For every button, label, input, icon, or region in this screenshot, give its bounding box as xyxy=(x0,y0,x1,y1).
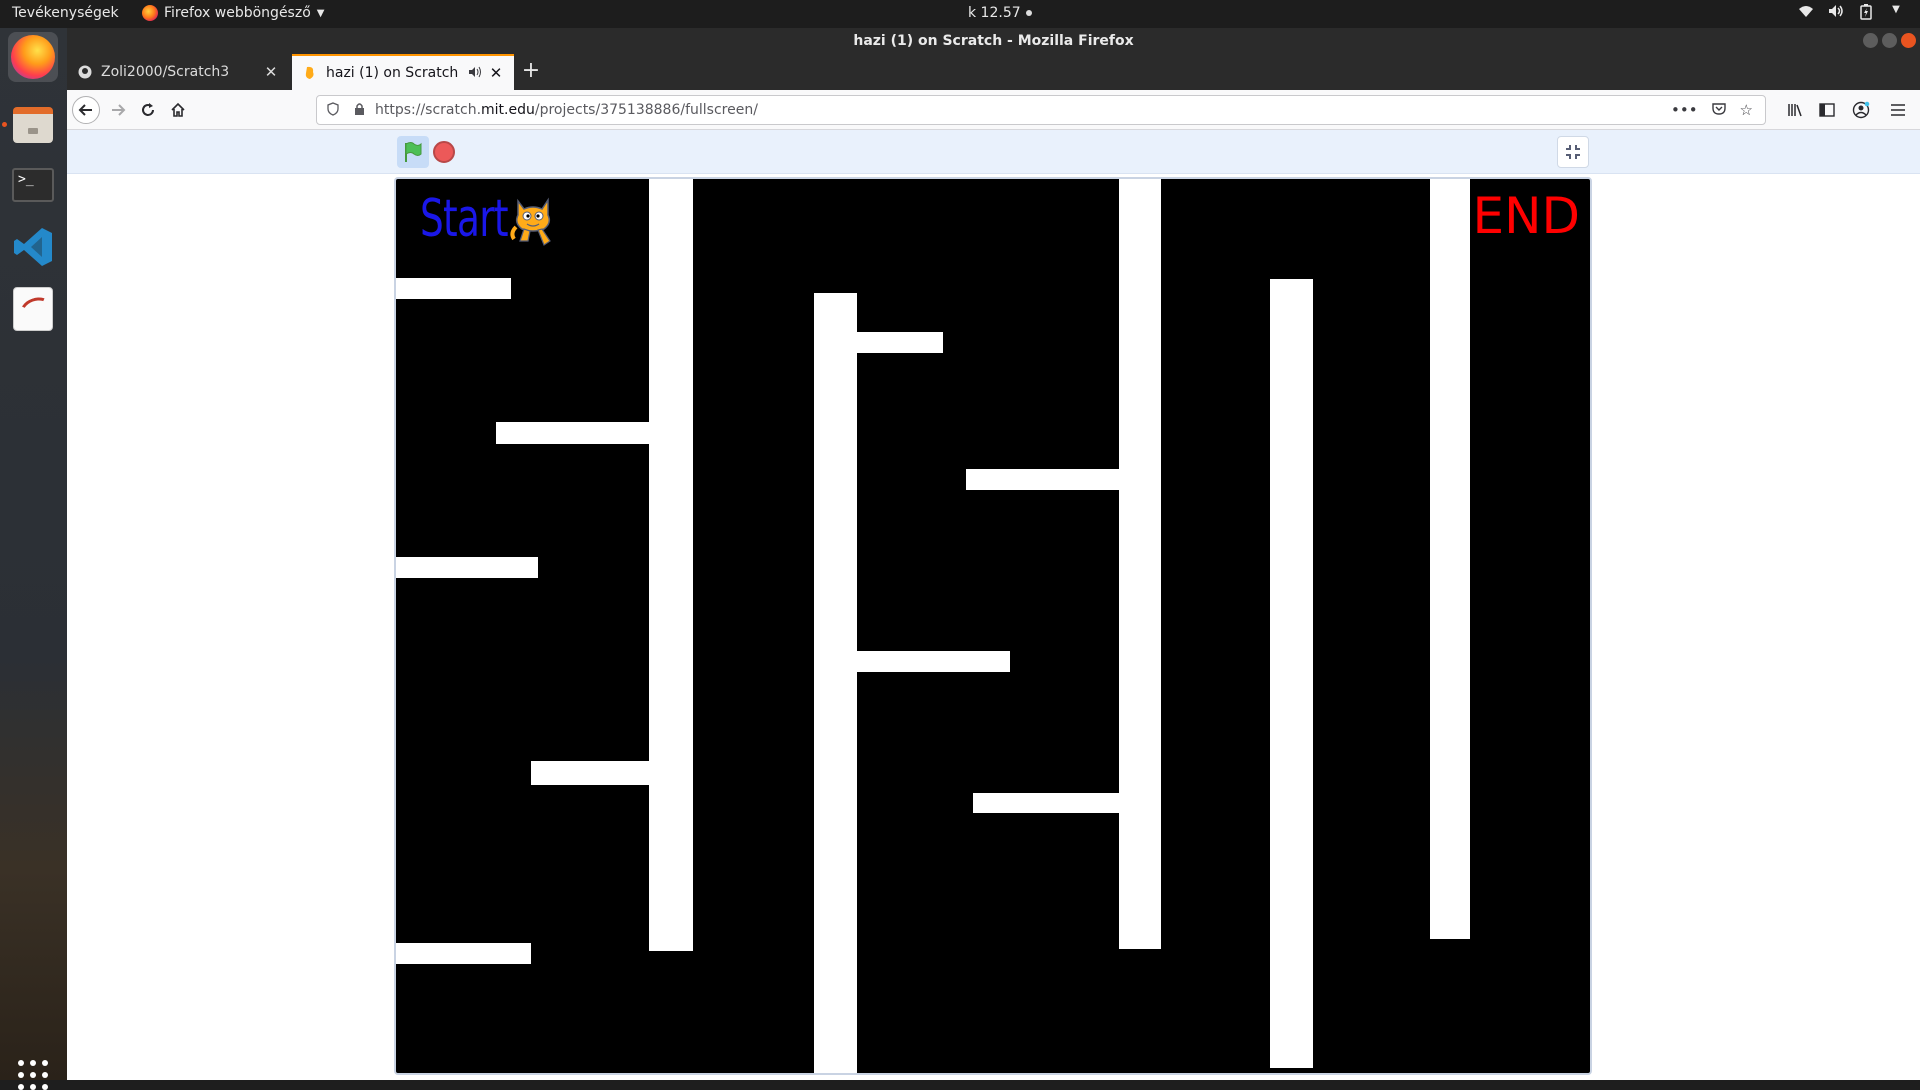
clock-label: k 12.57 xyxy=(968,5,1021,21)
maze-wall xyxy=(396,943,531,964)
maze-wall xyxy=(396,278,511,299)
window-titlebar: hazi (1) on Scratch - Mozilla Firefox xyxy=(67,28,1920,54)
close-tab-icon[interactable]: ✕ xyxy=(488,64,504,82)
arrow-right-icon xyxy=(112,104,126,116)
terminal-icon: >_ xyxy=(12,168,54,202)
dock-vscode[interactable] xyxy=(8,222,58,272)
tab-title: hazi (1) on Scratch xyxy=(326,65,459,81)
maze-wall xyxy=(1119,179,1161,949)
account-icon[interactable] xyxy=(1849,98,1873,122)
firefox-icon xyxy=(11,35,55,79)
reload-button[interactable] xyxy=(134,96,162,124)
wifi-icon xyxy=(1798,4,1814,20)
app-menu[interactable]: Firefox webböngésző ▼ xyxy=(142,5,324,21)
home-button[interactable] xyxy=(164,96,192,124)
maze-wall xyxy=(973,793,1121,813)
scratch-icon xyxy=(302,65,318,81)
volume-icon xyxy=(1828,4,1844,20)
maze-wall xyxy=(1430,179,1470,939)
dock-document-viewer[interactable] xyxy=(8,284,58,334)
scratch-controls-bar xyxy=(67,130,1920,174)
system-menu-chevron-icon: ▼ xyxy=(1892,4,1900,15)
arrow-left-icon xyxy=(78,104,92,116)
exit-fullscreen-button[interactable] xyxy=(1557,136,1589,168)
page-content: Start END xyxy=(67,130,1920,1080)
document-viewer-icon xyxy=(13,287,53,331)
url-path: /projects/375138886/fullscreen/ xyxy=(534,102,758,118)
maze-wall xyxy=(531,761,651,785)
reload-icon xyxy=(142,103,154,116)
chevron-down-icon: ▼ xyxy=(316,7,325,19)
new-tab-button[interactable]: + xyxy=(517,58,545,86)
tracking-shield-icon[interactable] xyxy=(323,101,343,119)
maze-wall xyxy=(396,557,538,578)
dock-firefox[interactable] xyxy=(8,32,58,82)
tab-title: Zoli2000/Scratch3 xyxy=(101,64,230,80)
app-menu-label: Firefox webböngésző xyxy=(164,5,311,21)
dock-terminal[interactable]: >_ xyxy=(8,160,58,210)
maze-wall xyxy=(855,332,943,353)
home-icon xyxy=(171,102,185,117)
library-icon[interactable] xyxy=(1783,98,1807,122)
lock-icon[interactable] xyxy=(349,102,369,118)
exit-fullscreen-icon xyxy=(1566,145,1580,159)
end-label: END xyxy=(1472,187,1581,245)
files-icon xyxy=(13,107,53,143)
back-button[interactable] xyxy=(72,96,100,124)
minimize-button[interactable] xyxy=(1863,33,1878,48)
battery-icon xyxy=(1858,4,1874,20)
running-indicator xyxy=(2,122,7,127)
maze-wall xyxy=(1270,279,1313,1068)
show-applications-icon[interactable] xyxy=(18,1060,48,1090)
pocket-icon[interactable] xyxy=(1711,101,1726,119)
notification-dot-icon xyxy=(1025,10,1032,16)
close-tab-icon[interactable]: ✕ xyxy=(263,63,279,81)
maximize-button[interactable] xyxy=(1882,33,1897,48)
scratch-cat-sprite[interactable] xyxy=(510,197,556,249)
maze-wall xyxy=(649,179,693,951)
system-top-bar: Tevékenységek Firefox webböngésző ▼ k 12… xyxy=(0,0,1920,28)
github-icon xyxy=(77,64,93,80)
page-actions-icon[interactable]: ••• xyxy=(1671,101,1698,119)
navigation-toolbar: https://scratch.mit.edu/projects/3751388… xyxy=(67,90,1920,130)
sidebar-icon[interactable] xyxy=(1815,98,1839,122)
maze-wall xyxy=(814,293,857,1073)
maze-wall xyxy=(496,422,651,444)
dock-files[interactable] xyxy=(8,100,58,150)
firefox-window: hazi (1) on Scratch - Mozilla Firefox Zo… xyxy=(67,28,1920,1080)
url-prefix: https://scratch. xyxy=(375,102,482,118)
url-text[interactable]: https://scratch.mit.edu/projects/3751388… xyxy=(375,102,1671,118)
maze-wall xyxy=(966,469,1121,490)
clock[interactable]: k 12.57 xyxy=(968,5,1032,21)
forward-button[interactable] xyxy=(104,96,132,124)
activities-button[interactable]: Tevékenységek xyxy=(12,5,119,21)
hamburger-menu-icon[interactable] xyxy=(1886,98,1910,122)
start-label: Start xyxy=(420,189,509,249)
tab-bar: Zoli2000/Scratch3 ✕ hazi (1) on Scratch … xyxy=(67,54,1920,90)
dock: >_ xyxy=(0,28,67,1090)
tab-github[interactable]: Zoli2000/Scratch3 ✕ xyxy=(67,54,289,90)
system-tray[interactable]: ▼ xyxy=(1798,4,1904,20)
stop-button[interactable] xyxy=(433,141,455,163)
close-window-button[interactable] xyxy=(1901,33,1916,48)
speaker-icon[interactable] xyxy=(466,66,484,81)
green-flag-button[interactable] xyxy=(397,136,429,168)
url-domain: mit.edu xyxy=(481,102,535,118)
firefox-icon xyxy=(142,5,158,21)
vscode-icon xyxy=(14,228,52,266)
window-title: hazi (1) on Scratch - Mozilla Firefox xyxy=(853,33,1134,49)
scratch-stage[interactable]: Start END xyxy=(394,177,1592,1075)
maze-wall xyxy=(855,651,1010,672)
green-flag-icon xyxy=(405,142,422,162)
tab-scratch[interactable]: hazi (1) on Scratch ✕ xyxy=(292,54,514,90)
bookmark-star-icon[interactable]: ☆ xyxy=(1740,101,1753,119)
url-bar[interactable]: https://scratch.mit.edu/projects/3751388… xyxy=(316,95,1766,125)
